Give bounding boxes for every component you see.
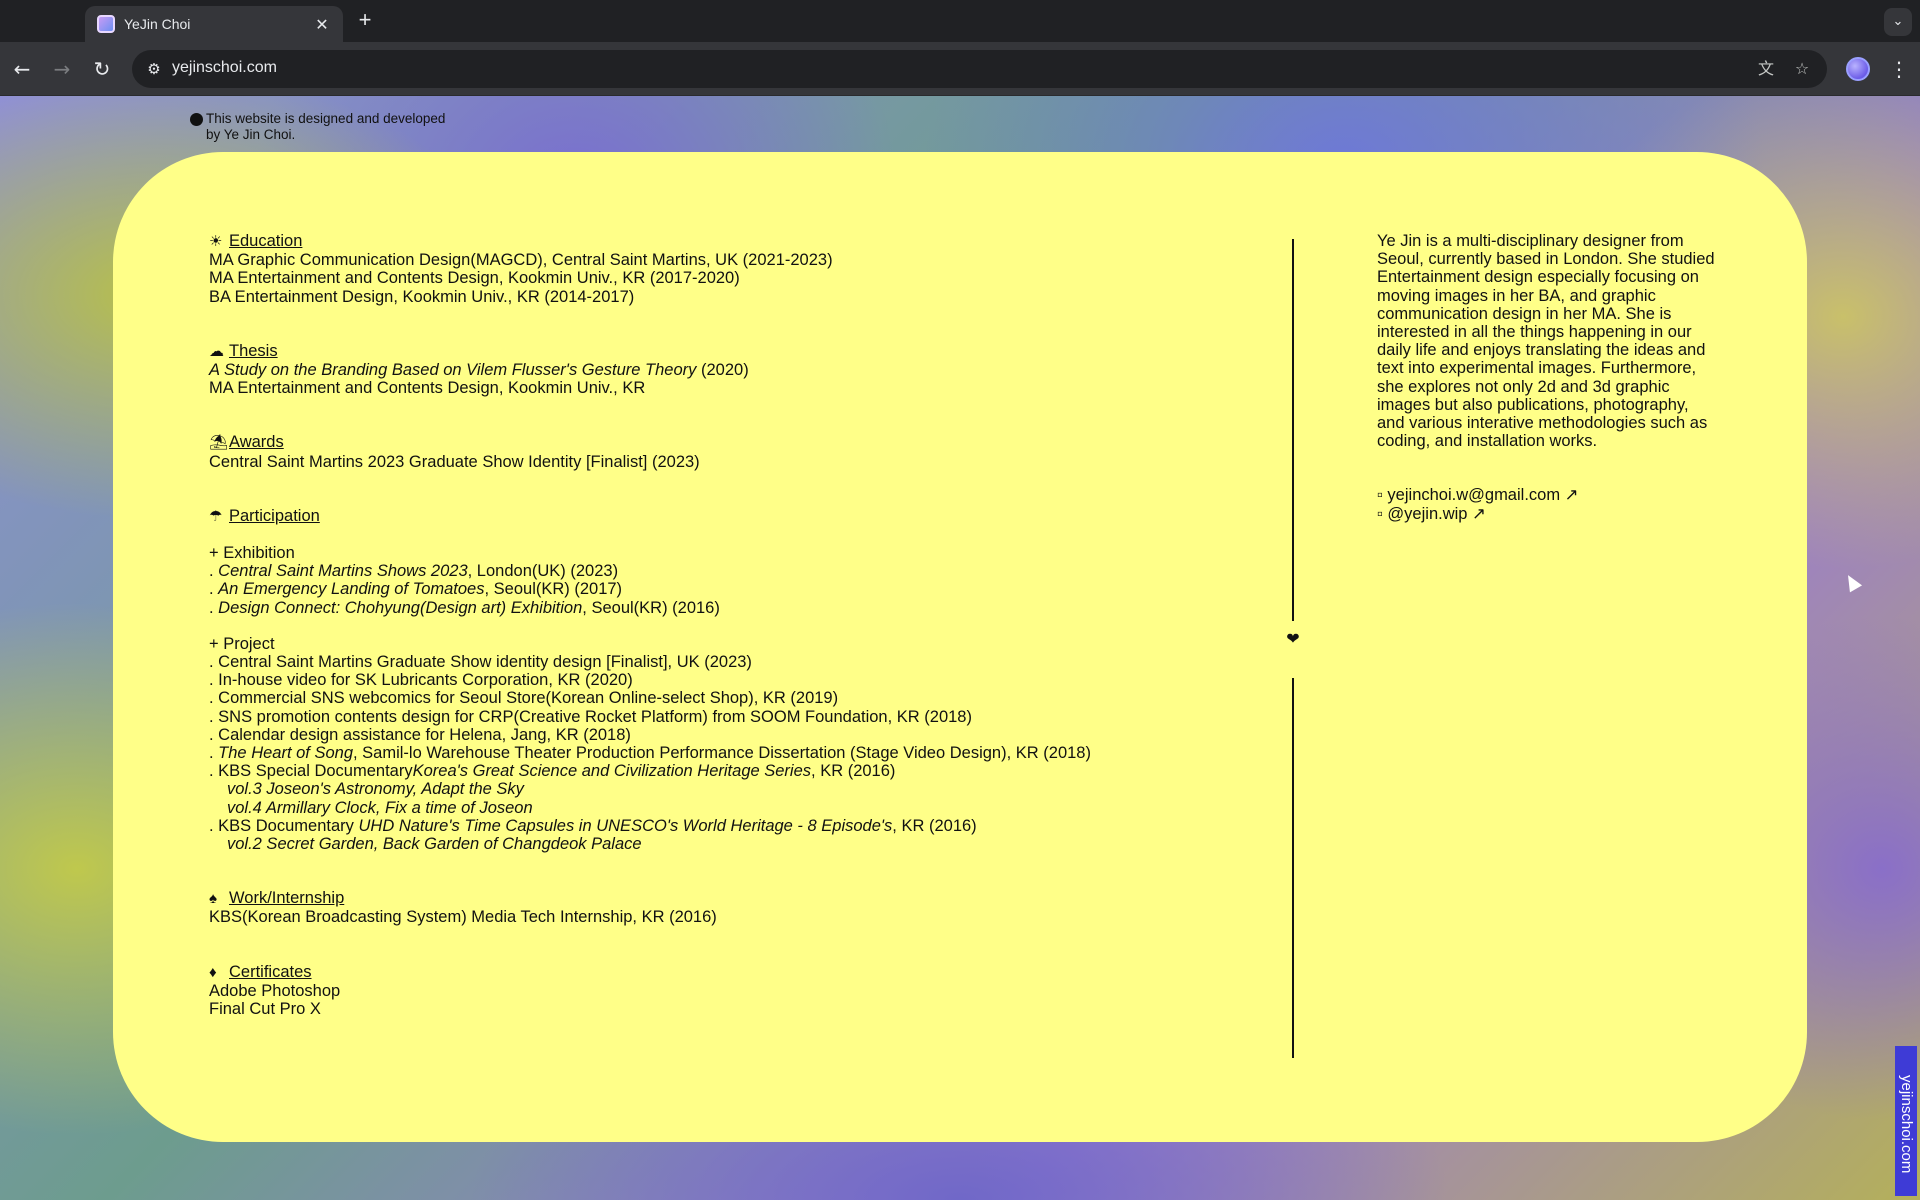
project-heading: + Project	[209, 634, 275, 653]
project-item: . KBS Documentary UHD Nature's Time Caps…	[209, 816, 977, 835]
mouse-cursor-icon	[1841, 571, 1863, 593]
thesis-italic: A Study on the Branding Based on Vilem F…	[209, 361, 697, 380]
exhibition-item: . Central Saint Martins Shows 2023, Lond…	[209, 562, 619, 581]
cv-left-column: ☀ Education MA Graphic Communication Des…	[209, 232, 1209, 1054]
project-item: . KBS Special DocumentaryKorea's Great S…	[209, 762, 896, 781]
project-item: . Central Saint Martins Graduate Show id…	[209, 653, 752, 672]
certificate-item: Adobe Photoshop	[209, 981, 341, 1000]
url-text[interactable]: yejinschoi.com	[172, 59, 277, 77]
column-divider	[1292, 239, 1294, 621]
project-item: . Commercial SNS webcomics for Seoul Sto…	[209, 689, 839, 708]
awards-title[interactable]: Awards	[229, 433, 284, 451]
bookmark-star-icon[interactable]: ☆	[1790, 57, 1814, 81]
browser-menu-button[interactable]: ⋮	[1884, 54, 1914, 84]
thesis-title[interactable]: Thesis	[229, 342, 278, 360]
umbrella-icon: ☂	[209, 507, 223, 525]
new-tab-button[interactable]: +	[352, 8, 378, 34]
exhibition-item: . Design Connect: Chohyung(Design art) E…	[209, 598, 720, 617]
project-item: . The Heart of Song, Samil-lo Warehouse …	[209, 744, 1091, 763]
spade-icon: ♠	[209, 890, 217, 908]
tab-search-button[interactable]: ⌄	[1884, 8, 1912, 36]
translate-icon[interactable]: 文	[1754, 57, 1778, 81]
work-section: ♠ Work/Internship KBS(Korean Broadcastin…	[209, 889, 1209, 926]
awards-line: Central Saint Martins 2023 Graduate Show…	[209, 452, 700, 471]
project-item: . SNS promotion contents design for CRP(…	[209, 707, 972, 726]
page-viewport: This website is designed and developed b…	[0, 96, 1920, 1200]
cv-right-column: Ye Jin is a multi-disciplinary designer …	[1377, 232, 1717, 523]
beach-umbrella-icon: ⛱	[209, 434, 229, 452]
awards-section: ⛱ Awards Central Saint Martins 2023 Grad…	[209, 433, 1209, 470]
bio-text: Ye Jin is a multi-disciplinary designer …	[1377, 232, 1715, 451]
education-title[interactable]: Education	[229, 232, 302, 250]
exhibition-item: . An Emergency Landing of Tomatoes, Seou…	[209, 580, 623, 599]
project-subitem: vol.3 Joseon's Astronomy, Adapt the Sky	[227, 780, 524, 799]
back-button[interactable]: ←	[7, 54, 37, 84]
project-subitem: vol.4 Armillary Clock, Fix a time of Jos…	[227, 798, 533, 817]
participation-section: ☂ Participation + Exhibition . Central S…	[209, 507, 1209, 853]
work-title[interactable]: Work/Internship	[229, 889, 344, 907]
project-subitem: vol.2 Secret Garden, Back Garden of Chan…	[227, 835, 642, 854]
credit-line-2: by Ye Jin Choi.	[206, 127, 296, 142]
education-section: ☀ Education MA Graphic Communication Des…	[209, 232, 1209, 306]
address-bar[interactable]: ⚙ yejinschoi.com 文 ☆	[132, 50, 1827, 88]
education-line: BA Entertainment Design, Kookmin Univ., …	[209, 287, 635, 306]
cv-card: ☀ Education MA Graphic Communication Des…	[113, 152, 1807, 1142]
site-favicon-icon	[97, 15, 115, 33]
reload-button[interactable]: ↻	[87, 54, 117, 84]
cloud-icon: ☁	[209, 342, 224, 360]
certificates-section: ♦ Certificates Adobe Photoshop Final Cut…	[209, 963, 1209, 1019]
profile-avatar[interactable]	[1846, 57, 1870, 81]
email-link[interactable]: ▫ yejinchoi.w@gmail.com ↗	[1377, 486, 1717, 504]
credit-line-1: This website is designed and developed	[206, 111, 446, 126]
instagram-link[interactable]: ▫ @yejin.wip ↗	[1377, 505, 1717, 523]
credit-note: This website is designed and developed b…	[190, 111, 445, 143]
diamond-icon: ♦	[209, 963, 217, 981]
forward-button[interactable]: →	[47, 54, 77, 84]
column-divider	[1292, 678, 1294, 1058]
certificates-title[interactable]: Certificates	[229, 963, 312, 981]
sun-icon: ☀	[209, 233, 223, 250]
tab-active[interactable]: YeJin Choi ✕	[85, 6, 343, 42]
work-line: KBS(Korean Broadcasting System) Media Te…	[209, 908, 717, 927]
project-item: . In-house video for SK Lubricants Corpo…	[209, 671, 633, 690]
certificate-item: Final Cut Pro X	[209, 1000, 321, 1019]
thesis-year: (2020)	[696, 361, 749, 380]
education-line: MA Entertainment and Contents Design, Ko…	[209, 269, 740, 288]
vertical-url-badge[interactable]: yejinschoi.com	[1895, 1046, 1917, 1196]
credit-dot-icon	[190, 113, 203, 126]
tab-title: YeJin Choi	[124, 16, 191, 32]
exhibition-heading: + Exhibition	[209, 544, 295, 563]
participation-title[interactable]: Participation	[229, 507, 320, 525]
browser-toolbar: ← → ↻ ⚙ yejinschoi.com 文 ☆ ⋮	[0, 42, 1920, 96]
tab-strip: YeJin Choi ✕ + ⌄	[0, 0, 1920, 42]
thesis-line-2: MA Entertainment and Contents Design, Ko…	[209, 379, 646, 398]
thesis-section: ☁ Thesis A Study on the Branding Based o…	[209, 342, 1209, 398]
education-line: MA Graphic Communication Design(MAGCD), …	[209, 251, 833, 270]
site-info-icon[interactable]: ⚙	[142, 57, 166, 81]
thesis-line: A Study on the Branding Based on Vilem F…	[209, 361, 1209, 379]
heart-icon: ❤	[1286, 629, 1300, 648]
close-tab-icon[interactable]: ✕	[313, 15, 331, 34]
project-item: . Calendar design assistance for Helena,…	[209, 725, 631, 744]
